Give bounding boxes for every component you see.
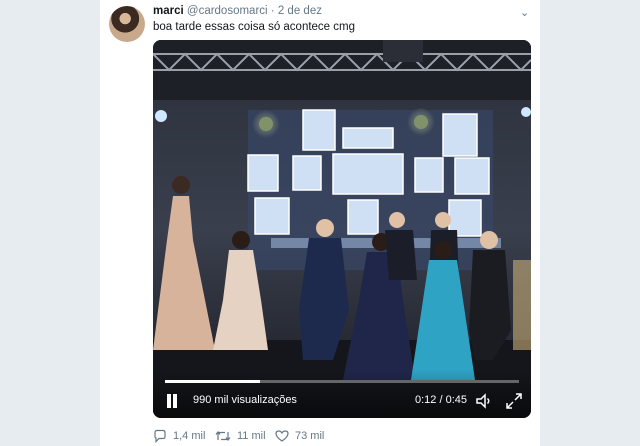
tweet-text: boa tarde essas coisa só acontece cmg — [153, 21, 356, 33]
tweet-actions: 1,4 mil 11 mil 73 mil — [153, 429, 533, 443]
comment-icon — [153, 429, 167, 443]
tweet-card: marci @cardosomarci · 2 de dez ⌄ boa tar… — [100, 0, 540, 446]
tweet-header: marci @cardosomarci · 2 de dez — [153, 5, 322, 17]
like-button[interactable]: 73 mil — [275, 429, 324, 443]
retweet-count: 11 mil — [237, 430, 266, 442]
fullscreen-icon[interactable] — [505, 392, 523, 410]
reply-button[interactable]: 1,4 mil — [153, 429, 205, 443]
view-count: 990 mil visualizações — [193, 394, 297, 406]
video-player[interactable]: 990 mil visualizações 0:12 / 0:45 — [153, 40, 531, 418]
separator: · — [270, 5, 275, 17]
volume-icon[interactable] — [475, 392, 493, 410]
video-controls: 990 mil visualizações 0:12 / 0:45 — [153, 370, 531, 418]
chevron-down-icon[interactable]: ⌄ — [520, 6, 529, 19]
video-frame — [153, 40, 531, 418]
retweet-icon — [215, 429, 231, 443]
user-handle[interactable]: @cardosomarci — [187, 5, 268, 17]
progress-fill — [165, 380, 260, 383]
avatar[interactable] — [109, 6, 145, 42]
tweet-date[interactable]: 2 de dez — [278, 5, 322, 17]
pause-icon[interactable] — [165, 394, 179, 408]
reply-count: 1,4 mil — [173, 430, 206, 442]
progress-bar[interactable] — [165, 380, 519, 383]
video-time: 0:12 / 0:45 — [415, 394, 467, 406]
heart-icon — [275, 429, 289, 443]
retweet-button[interactable]: 11 mil — [215, 429, 266, 443]
like-count: 73 mil — [295, 430, 325, 442]
display-name[interactable]: marci — [153, 5, 184, 17]
